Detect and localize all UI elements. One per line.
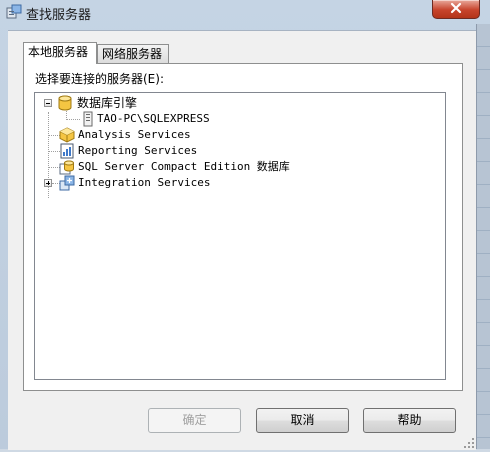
ok-button[interactable]: 确定 <box>148 408 241 433</box>
integration-package-icon <box>59 175 75 191</box>
tree-node-integration-services[interactable]: Integration Services <box>35 175 215 191</box>
select-server-label: 选择要连接的服务器(E): <box>35 72 164 86</box>
local-servers-panel: 选择要连接的服务器(E): 数据库引擎 TAO-PC\SQLEXPRESS An… <box>23 63 463 391</box>
cancel-button[interactable]: 取消 <box>256 408 349 433</box>
server-app-icon <box>6 4 22 20</box>
help-button[interactable]: 帮助 <box>363 408 456 433</box>
tree-node-label: Analysis Services <box>78 128 191 141</box>
database-cylinder-icon <box>57 95 73 111</box>
tree-node-analysis-services[interactable]: Analysis Services <box>35 127 215 143</box>
tree-node-label: TAO-PC\SQLEXPRESS <box>97 112 210 125</box>
tree-node-compact-edition[interactable]: SQL Server Compact Edition 数据库 <box>35 159 295 175</box>
tree-node-sqlexpress[interactable]: TAO-PC\SQLEXPRESS <box>35 111 235 127</box>
collapse-toggle[interactable] <box>44 99 52 107</box>
close-button[interactable] <box>432 0 480 19</box>
find-server-dialog: 查找服务器 本地服务器 网络服务器 选择要连接的服务器(E): 数据库引擎 TA… <box>0 0 490 450</box>
tab-local-servers[interactable]: 本地服务器 <box>23 42 97 64</box>
server-tree[interactable]: 数据库引擎 TAO-PC\SQLEXPRESS Analysis Service… <box>34 92 446 380</box>
window-frame-edge <box>476 24 490 449</box>
dialog-body: 本地服务器 网络服务器 选择要连接的服务器(E): 数据库引擎 TAO-PC\S… <box>8 30 476 450</box>
tree-node-label: Reporting Services <box>78 144 198 157</box>
tree-node-label: 数据库引擎 <box>77 96 138 110</box>
window-title: 查找服务器 <box>26 8 92 23</box>
compact-db-icon <box>59 159 75 175</box>
title-bar[interactable]: 查找服务器 <box>0 0 490 24</box>
tree-node-label: SQL Server Compact Edition 数据库 <box>78 160 290 173</box>
tab-network-servers[interactable]: 网络服务器 <box>97 44 169 63</box>
analysis-cube-icon <box>59 127 75 143</box>
server-instance-icon <box>80 111 96 127</box>
tree-node-database-engine[interactable]: 数据库引擎 <box>35 95 215 111</box>
tree-node-label: Integration Services <box>78 176 211 189</box>
expand-toggle[interactable] <box>44 179 52 187</box>
report-icon <box>59 143 75 159</box>
tree-node-reporting-services[interactable]: Reporting Services <box>35 143 215 159</box>
close-icon <box>450 2 462 14</box>
resize-grip-icon[interactable] <box>463 437 475 449</box>
